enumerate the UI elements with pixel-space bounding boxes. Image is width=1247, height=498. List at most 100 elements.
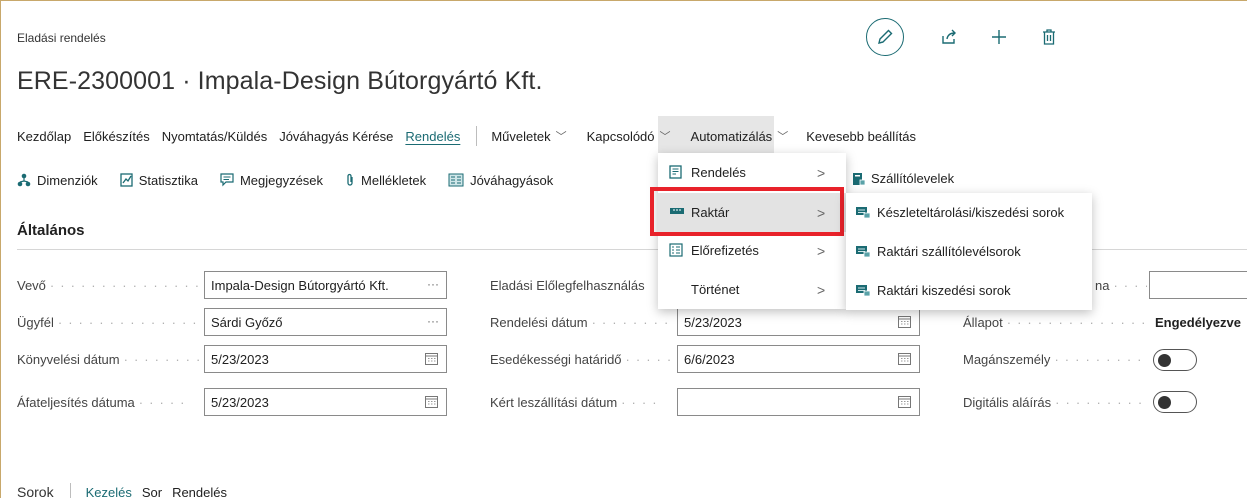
toolbar-statisztika[interactable]: Statisztika xyxy=(120,173,198,188)
order-icon xyxy=(669,165,683,182)
kert-szallitasi-field[interactable] xyxy=(677,388,920,416)
maganszemely-toggle[interactable] xyxy=(1153,349,1197,371)
label-dots: · · · · · xyxy=(625,352,673,367)
highlight-box xyxy=(650,187,844,236)
digitalis-toggle[interactable] xyxy=(1153,391,1197,413)
menu-kevesebb-beallitas[interactable]: Kevesebb beállítás xyxy=(806,129,916,144)
field-label-maganszemely: Magánszemély · · · · · · · · · xyxy=(963,352,1146,367)
menu-item-tortenet[interactable]: Történet > xyxy=(658,270,846,309)
label-dots: · · · · · · · · · xyxy=(1054,352,1143,367)
konyvelesi-datum-field[interactable]: 5/23/2023 xyxy=(204,345,447,373)
top-action-icons xyxy=(866,18,1061,56)
menu-kapcsolodo[interactable]: Kapcsolódó ﹀ xyxy=(587,128,671,144)
calendar-icon[interactable] xyxy=(898,395,911,411)
section-title: Általános xyxy=(17,222,85,239)
submenu-item-label: Raktári szállítólevélsorok xyxy=(877,244,1021,259)
trash-icon[interactable] xyxy=(1037,25,1061,49)
tab-kezdolap[interactable]: Kezdőlap xyxy=(17,129,71,144)
label-dots: · · · · · · · · · · · · · · xyxy=(1006,315,1146,330)
tab-rendeles[interactable]: Rendelés xyxy=(405,129,460,144)
menu-item-label: Előrefizetés xyxy=(691,243,759,258)
submenu-item-kiszedesi[interactable]: Raktári kiszedési sorok xyxy=(846,271,1092,310)
vevo-field[interactable]: Impala-Design Bútorgyártó Kft. ··· xyxy=(204,271,447,299)
warehouse-submenu: Készleteltárolási/kiszedési sorok Raktár… xyxy=(846,193,1092,310)
calendar-icon[interactable] xyxy=(425,395,438,411)
rendelesi-datum-field[interactable]: 5/23/2023 xyxy=(677,308,920,336)
label-text: Ügyfél xyxy=(17,315,54,330)
submenu-item-label: Készleteltárolási/kiszedési sorok xyxy=(877,205,1065,220)
label-text: Vevő xyxy=(17,278,46,293)
toolbar-label: Statisztika xyxy=(138,172,198,188)
lines-tabs: Sorok Kezelés Sor Rendelés xyxy=(17,483,237,498)
toolbar-label: Megjegyzések xyxy=(239,172,324,188)
plus-icon[interactable] xyxy=(987,25,1011,49)
field-label-vevo: Vevő · · · · · · · · · · · · · · · · xyxy=(17,278,200,293)
toolbar-mellekletek[interactable]: Mellékletek xyxy=(345,173,426,188)
page-title: ERE-2300001 · Impala-Design Bútorgyártó … xyxy=(17,67,543,95)
toolbar-dimenziok[interactable]: Dimenziók xyxy=(17,173,98,188)
edit-icon[interactable] xyxy=(866,18,904,56)
toolbar-label: Jóváhagyások xyxy=(470,172,554,188)
submenu-item-szallitolevelsorok[interactable]: Raktári szállítólevélsorok xyxy=(846,232,1092,271)
share-icon[interactable] xyxy=(937,25,961,49)
label-dots: · · · · · · · · · xyxy=(1055,395,1144,410)
field-label-allapot: Állapot · · · · · · · · · · · · · · xyxy=(963,315,1146,330)
label-dots: · · · · · · · · · · · · · · · · xyxy=(49,278,200,293)
label-dots: · · · · · · · · · · · · · · · · xyxy=(57,315,200,330)
calendar-icon[interactable] xyxy=(898,315,911,331)
shipment-icon xyxy=(852,172,866,186)
calendar-icon[interactable] xyxy=(898,352,911,368)
label-dots: · · · · xyxy=(621,395,658,410)
label-dots: · · · · · xyxy=(138,395,186,410)
chevron-right-icon: > xyxy=(817,281,826,298)
tab-jovahagyas-kerese[interactable]: Jóváhagyás Kérése xyxy=(279,129,393,144)
paperclip-icon xyxy=(345,173,355,187)
page-caption: Eladási rendelés xyxy=(17,31,106,45)
lines-tab-sor[interactable]: Sor xyxy=(142,485,162,498)
toolbar-jovahagyasok[interactable]: Jóváhagyások xyxy=(448,173,553,188)
lookup-ellipsis-icon[interactable]: ··· xyxy=(427,277,439,291)
lookup-ellipsis-icon[interactable]: ··· xyxy=(427,314,439,328)
toolbar-szallitolevelek[interactable]: Szállítólevelek xyxy=(852,171,954,186)
toolbar-label: Szállítólevelek xyxy=(871,171,955,186)
field-label-afateljesites: Áfateljesítés dátuma · · · · · xyxy=(17,395,200,410)
tab-nyomtatas-kuldes[interactable]: Nyomtatás/Küldés xyxy=(162,129,268,144)
menu-item-elorefizetes[interactable]: Előrefizetés > xyxy=(658,231,846,270)
chevron-down-icon: ﹀ xyxy=(659,131,671,143)
comments-icon xyxy=(220,173,234,187)
prepayment-icon xyxy=(669,243,683,260)
submenu-item-label: Raktári kiszedési sorok xyxy=(877,283,1011,298)
label-text: Digitális aláírás xyxy=(963,395,1052,410)
ugyfel-value: Sárdi Győző xyxy=(211,315,283,330)
calendar-icon[interactable] xyxy=(425,352,438,368)
chevron-down-icon: ﹀ xyxy=(555,131,567,143)
toolbar-megjegyzesek[interactable]: Megjegyzések xyxy=(220,173,323,188)
label-text: Kért leszállítási dátum xyxy=(490,395,618,410)
warehouse-shipment-icon xyxy=(855,244,871,261)
lines-tab-kezeles[interactable]: Kezelés xyxy=(86,485,132,498)
esedekessegi-value: 6/6/2023 xyxy=(684,352,735,367)
afateljesites-field[interactable]: 5/23/2023 xyxy=(204,388,447,416)
esedekessegi-field[interactable]: 6/6/2023 xyxy=(677,345,920,373)
toolbar-label: Dimenziók xyxy=(37,172,98,188)
ugyfel-field[interactable]: Sárdi Győző ··· xyxy=(204,308,447,336)
col3-first-field[interactable] xyxy=(1149,271,1247,299)
label-text: Magánszemély xyxy=(963,352,1051,367)
label-dots: · · · · xyxy=(1113,278,1147,293)
chevron-down-icon: ﹀ xyxy=(777,131,789,143)
menu-muveletek-label: Műveletek xyxy=(491,128,551,144)
menu-item-label: Történet xyxy=(691,282,740,297)
label-text: Esedékességi határidő xyxy=(490,352,622,367)
menu-muveletek[interactable]: Műveletek ﹀ xyxy=(491,128,566,144)
label-text: Áfateljesítés dátuma xyxy=(17,395,135,410)
lines-tab-rendeles[interactable]: Rendelés xyxy=(172,485,227,498)
menu-kapcsolodo-label: Kapcsolódó xyxy=(586,128,655,144)
label-text: Könyvelési dátum xyxy=(17,352,120,367)
action-bar: Kezdőlap Előkészítés Nyomtatás/Küldés Jó… xyxy=(17,126,928,146)
chevron-right-icon: > xyxy=(817,242,826,259)
tab-elokeszites[interactable]: Előkészítés xyxy=(83,129,149,144)
field-label-konyvelesi-datum: Könyvelési dátum · · · · · · · · xyxy=(17,352,200,367)
toggle-knob xyxy=(1158,353,1171,367)
submenu-item-keszlet[interactable]: Készleteltárolási/kiszedési sorok xyxy=(846,193,1092,232)
menu-automatizalas[interactable]: Automatizálás ﹀ xyxy=(691,128,789,144)
